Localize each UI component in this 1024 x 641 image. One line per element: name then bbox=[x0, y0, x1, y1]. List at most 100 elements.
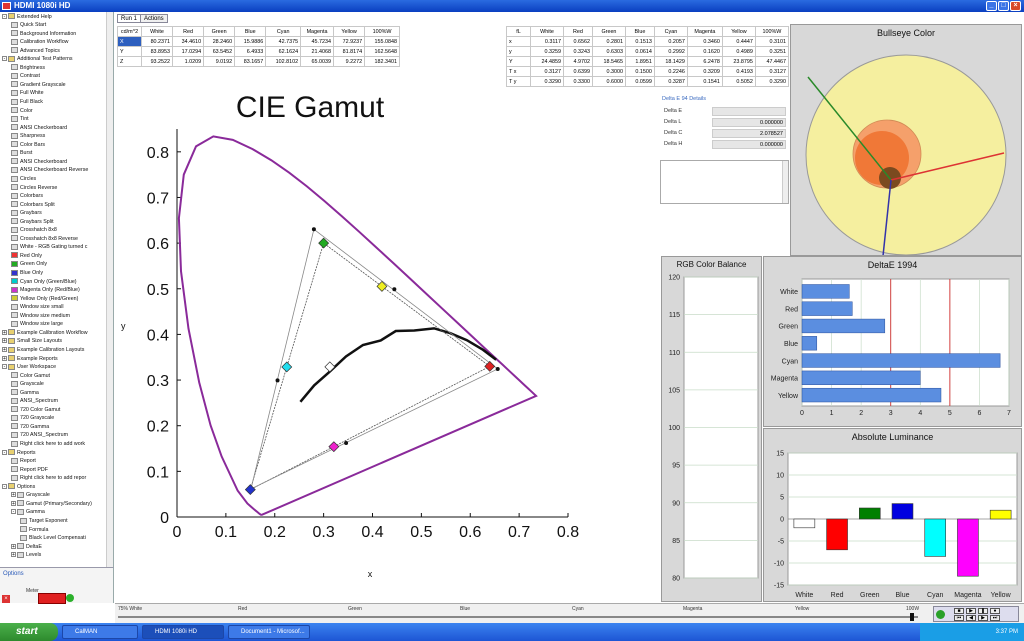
tree-item[interactable]: Report PDF bbox=[11, 466, 48, 474]
maximize-button[interactable]: □ bbox=[998, 1, 1009, 11]
table-cell[interactable]: 34.4610 bbox=[172, 36, 205, 47]
tab-actions[interactable]: Actions bbox=[140, 14, 168, 23]
table-cell[interactable]: 1.8951 bbox=[624, 56, 655, 67]
tree-item[interactable]: Background Information bbox=[11, 30, 76, 38]
tree-item[interactable]: Full White bbox=[11, 89, 44, 97]
table-cell[interactable]: 18.5465 bbox=[591, 56, 626, 67]
tree-item[interactable]: Formula bbox=[20, 526, 48, 534]
tree-item[interactable]: Grayscale bbox=[11, 380, 44, 388]
table-cell[interactable]: 17.0294 bbox=[172, 46, 205, 57]
table-cell[interactable]: 0.1541 bbox=[686, 76, 723, 87]
table-cell[interactable]: 47.4467 bbox=[754, 56, 790, 67]
first-icon[interactable]: ⏮ bbox=[954, 615, 964, 621]
expand-icon[interactable]: + bbox=[11, 500, 16, 506]
tree-item[interactable]: + Small Size Layouts bbox=[2, 337, 62, 345]
tree-item[interactable]: Sharpness bbox=[11, 132, 45, 140]
table-cell[interactable]: 1.0209 bbox=[172, 56, 205, 67]
stop-icon[interactable]: ■ bbox=[954, 608, 964, 614]
tree-item[interactable]: Crosshatch 8x8 bbox=[11, 226, 57, 234]
table-cell[interactable]: 81.8174 bbox=[333, 46, 366, 57]
tree-item[interactable]: Advanced Topics bbox=[11, 47, 60, 55]
tree-item[interactable]: Brightness bbox=[11, 64, 45, 72]
tree-item[interactable]: Blue Only bbox=[11, 269, 43, 277]
expand-icon[interactable]: + bbox=[2, 347, 7, 353]
table-cell[interactable]: 62.1624 bbox=[265, 46, 302, 57]
table-cell[interactable]: 155.0848 bbox=[364, 36, 400, 47]
table-cell[interactable]: 0.4447 bbox=[721, 36, 756, 47]
collapse-icon[interactable]: - bbox=[11, 509, 16, 515]
table-cell[interactable]: 102.8102 bbox=[265, 56, 302, 67]
tree-item[interactable]: 720 Grayscale bbox=[11, 414, 54, 422]
table-cell[interactable]: 42.7375 bbox=[265, 36, 302, 47]
table-cell[interactable]: 0.1620 bbox=[686, 46, 723, 57]
table-cell[interactable]: 83.8953 bbox=[140, 46, 174, 57]
next-icon[interactable]: ▶ bbox=[978, 615, 988, 621]
tree-item[interactable]: Black Level Compensati bbox=[20, 534, 86, 542]
sidebar-scrollbar[interactable] bbox=[106, 12, 113, 567]
table-cell[interactable]: 93.2522 bbox=[140, 56, 174, 67]
table-cell[interactable]: 9.2272 bbox=[333, 56, 366, 67]
table-cell[interactable]: 45.7234 bbox=[300, 36, 335, 47]
tree-item[interactable]: + Grayscale bbox=[11, 491, 50, 499]
close-button[interactable]: × bbox=[1010, 1, 1021, 11]
tree-item[interactable]: Circles bbox=[11, 175, 36, 183]
collapse-icon[interactable]: - bbox=[2, 364, 7, 370]
table-cell[interactable]: 0.2992 bbox=[653, 46, 688, 57]
notes-scrollbar[interactable] bbox=[782, 161, 788, 203]
expand-icon[interactable]: + bbox=[2, 355, 7, 361]
tree-item[interactable]: Color bbox=[11, 107, 33, 115]
table-cell[interactable]: 0.5052 bbox=[721, 76, 756, 87]
tree-item[interactable]: Crosshatch 8x8 Reverse bbox=[11, 235, 78, 243]
pattern-step-label[interactable]: Yellow bbox=[795, 606, 809, 612]
row-header[interactable]: X bbox=[117, 36, 142, 47]
meter-icon[interactable] bbox=[38, 593, 66, 604]
table-cell[interactable]: 0.3117 bbox=[530, 36, 564, 47]
tree-item[interactable]: Magenta Only (Red/Blue) bbox=[11, 286, 80, 294]
table-cell[interactable]: 0.6303 bbox=[591, 46, 626, 57]
minimize-button[interactable]: _ bbox=[986, 1, 997, 11]
tree-item[interactable]: + Gamut (Primary/Secondary) bbox=[11, 500, 92, 508]
pattern-step-label[interactable]: 100W bbox=[906, 606, 919, 612]
collapse-icon[interactable]: - bbox=[2, 13, 7, 19]
pause-icon[interactable]: ❚ bbox=[978, 608, 988, 614]
table-cell[interactable]: 0.1513 bbox=[624, 36, 655, 47]
pattern-step-label[interactable]: Blue bbox=[460, 606, 470, 612]
notes-box[interactable] bbox=[660, 160, 789, 204]
row-header[interactable]: Z bbox=[117, 56, 142, 67]
table-cell[interactable]: 6.4933 bbox=[234, 46, 267, 57]
tree-item[interactable]: - Additional Test Patterns bbox=[2, 55, 73, 63]
start-button[interactable]: start bbox=[0, 623, 58, 641]
taskbar-item-hdmi[interactable]: HDMI 1080i HD bbox=[142, 625, 224, 639]
tree-item[interactable]: Color Gamut bbox=[11, 372, 50, 380]
tree-item[interactable]: Target Exponent bbox=[20, 517, 68, 525]
tree-item[interactable]: + Example Calibration Workflow bbox=[2, 329, 88, 337]
tree-item[interactable]: + DeltaE bbox=[11, 543, 42, 551]
tree-item[interactable]: Cyan Only (Green/Blue) bbox=[11, 278, 77, 286]
tree-item[interactable]: ANSI Checkerboard bbox=[11, 158, 67, 166]
tree-item[interactable]: ANSI Checkerboard bbox=[11, 124, 67, 132]
table-cell[interactable]: 0.3287 bbox=[653, 76, 688, 87]
tree-item[interactable]: - User Workspace bbox=[2, 363, 56, 371]
taskbar-item-calman[interactable]: CalMAN bbox=[62, 625, 138, 639]
close-icon[interactable]: × bbox=[2, 595, 10, 603]
pattern-step-label[interactable]: Cyan bbox=[572, 606, 584, 612]
table-cell[interactable]: 0.6562 bbox=[563, 36, 593, 47]
table-cell[interactable]: 0.3460 bbox=[686, 36, 723, 47]
tree-item[interactable]: Calibration Workflow bbox=[11, 38, 68, 46]
tree-item[interactable]: - Gamma bbox=[11, 508, 45, 516]
tree-item[interactable]: 720 Gamma bbox=[11, 423, 49, 431]
last-icon[interactable]: ⏭ bbox=[990, 615, 1000, 621]
pattern-step-label[interactable]: Red bbox=[238, 606, 247, 612]
table-cell[interactable]: 0.2246 bbox=[653, 66, 688, 77]
expand-icon[interactable]: + bbox=[11, 492, 16, 498]
row-header[interactable]: x bbox=[506, 36, 531, 47]
row-header[interactable]: Y bbox=[117, 46, 142, 57]
previous-icon[interactable]: ◀ bbox=[966, 615, 976, 621]
record-icon[interactable]: ● bbox=[990, 608, 1000, 614]
table-cell[interactable]: 0.4989 bbox=[721, 46, 756, 57]
pattern-step-label[interactable]: Magenta bbox=[683, 606, 702, 612]
table-cell[interactable]: 72.9237 bbox=[333, 36, 366, 47]
tree-item[interactable]: Circles Reverse bbox=[11, 184, 57, 192]
table-cell[interactable]: 0.6399 bbox=[563, 66, 593, 77]
tree-item[interactable]: Burst bbox=[11, 149, 32, 157]
